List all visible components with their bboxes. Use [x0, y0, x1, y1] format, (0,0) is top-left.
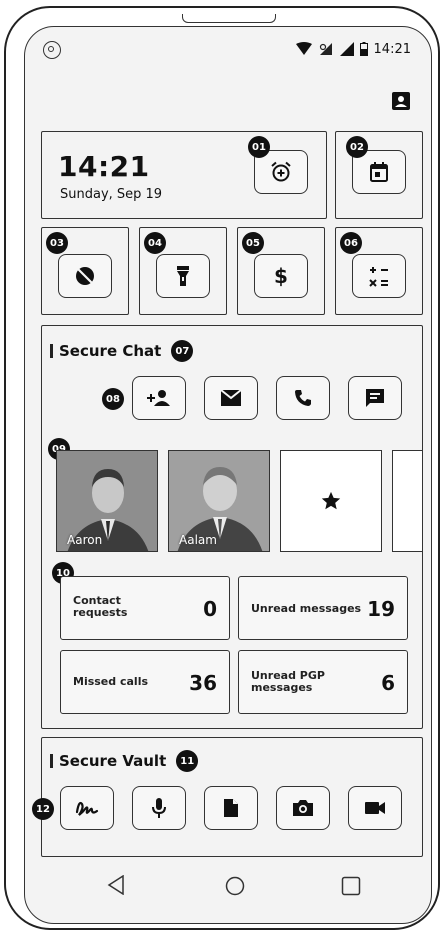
missed-calls-stat[interactable]: Missed calls 36 — [60, 650, 230, 714]
microphone-icon — [152, 798, 166, 818]
badge-02: 02 — [346, 136, 368, 158]
clock-widget: 14:21 Sunday, Sep 19 01 — [41, 131, 327, 219]
call-button[interactable] — [276, 376, 330, 420]
stat-value: 6 — [381, 671, 395, 695]
visibility-off-icon — [76, 267, 94, 285]
alarm-add-icon — [271, 161, 291, 182]
currency-button[interactable]: $ — [254, 254, 308, 298]
badge-04: 04 — [144, 232, 166, 254]
home-button[interactable] — [225, 876, 245, 900]
voice-memo-button[interactable] — [132, 786, 186, 830]
calendar-widget: 02 — [335, 131, 423, 219]
back-triangle-icon — [107, 874, 124, 896]
person-add-icon — [147, 390, 170, 406]
secure-vault-title-text: Secure Vault — [59, 752, 167, 770]
clock-date: Sunday, Sep 19 — [60, 187, 163, 202]
contact-tile-aaron[interactable]: Aaron — [56, 450, 158, 552]
document-button[interactable] — [204, 786, 258, 830]
badge-03: 03 — [46, 232, 68, 254]
secure-vault-title: Secure Vault 11 — [50, 750, 199, 772]
calculator-button[interactable] — [352, 254, 406, 298]
wifi-icon — [295, 42, 312, 55]
stat-label: Missed calls — [73, 675, 149, 688]
email-button[interactable] — [204, 376, 258, 420]
front-camera — [43, 41, 61, 59]
camera-icon — [293, 800, 313, 816]
quick-action-card-3: $ 05 — [237, 227, 325, 315]
calculator-icon — [369, 267, 388, 287]
title-marker — [50, 344, 53, 358]
signal-sync-icon — [319, 43, 332, 55]
signature-button[interactable] — [60, 786, 114, 830]
home-circle-icon — [225, 876, 245, 896]
video-button[interactable] — [348, 786, 402, 830]
secure-vault-card: Secure Vault 11 12 — [32, 737, 423, 857]
stat-label: Unread messages — [251, 602, 362, 615]
speaker — [182, 14, 276, 23]
stat-label: Unread PGP messages — [251, 669, 325, 694]
back-button[interactable] — [107, 874, 125, 899]
badge-01: 01 — [248, 136, 270, 158]
contact-name: Aalam — [179, 533, 217, 547]
stat-label: Contact requests — [73, 594, 128, 619]
phone-frame: 14:21 14:21 Sunday, Sep 19 01 02 03 04 $… — [4, 6, 440, 930]
unread-pgp-stat[interactable]: Unread PGP messages 6 — [238, 650, 408, 714]
badge-11: 11 — [176, 750, 199, 772]
mail-icon — [220, 389, 242, 406]
dollar-icon: $ — [274, 264, 288, 288]
quick-action-card-1: 03 — [41, 227, 129, 315]
flashlight-icon — [177, 266, 189, 286]
badge-07: 07 — [171, 340, 194, 362]
message-icon — [366, 389, 384, 407]
contact-name: Aaron — [67, 533, 103, 547]
videocam-icon — [365, 802, 385, 814]
badge-12: 12 — [32, 798, 54, 820]
document-icon — [224, 799, 238, 817]
account-box-icon — [392, 92, 410, 110]
stat-value: 19 — [367, 597, 395, 621]
contact-tile-aalam[interactable]: Aalam — [168, 450, 270, 552]
privacy-button[interactable] — [58, 254, 112, 298]
badge-08: 08 — [102, 388, 124, 410]
secure-chat-title-text: Secure Chat — [59, 342, 162, 360]
quick-action-card-2: 04 — [139, 227, 227, 315]
chat-button[interactable] — [348, 376, 402, 420]
clock-time: 14:21 — [58, 150, 150, 183]
profile-button[interactable] — [391, 91, 411, 111]
recents-button[interactable] — [341, 876, 361, 900]
battery-icon — [359, 42, 368, 56]
phone-icon — [295, 390, 311, 406]
calendar-icon — [370, 162, 388, 182]
gesture-icon — [75, 801, 99, 816]
favorite-contact-tile[interactable] — [280, 450, 382, 552]
unread-messages-stat[interactable]: Unread messages 19 — [238, 576, 408, 640]
add-contact-button[interactable] — [132, 376, 186, 420]
recents-square-icon — [341, 876, 361, 896]
title-marker — [50, 754, 53, 768]
camera-button[interactable] — [276, 786, 330, 830]
stat-value: 36 — [189, 671, 217, 695]
badge-06: 06 — [340, 232, 362, 254]
secure-chat-card: Secure Chat 07 08 09 Aaron Aalam 10 Cont… — [41, 325, 423, 729]
navigation-bar — [25, 865, 433, 909]
flashlight-button[interactable] — [156, 254, 210, 298]
badge-05: 05 — [242, 232, 264, 254]
status-bar: 14:21 — [295, 41, 411, 57]
cell-signal-icon — [339, 42, 354, 56]
quick-action-card-4: 06 — [335, 227, 423, 315]
status-time: 14:21 — [373, 41, 411, 57]
contact-requests-stat[interactable]: Contact requests 0 — [60, 576, 230, 640]
stat-value: 0 — [203, 597, 217, 621]
secure-chat-title: Secure Chat 07 — [50, 340, 194, 362]
contact-tile-partial[interactable] — [392, 450, 422, 552]
star-icon — [321, 491, 341, 510]
screen: 14:21 14:21 Sunday, Sep 19 01 02 03 04 $… — [24, 26, 432, 924]
